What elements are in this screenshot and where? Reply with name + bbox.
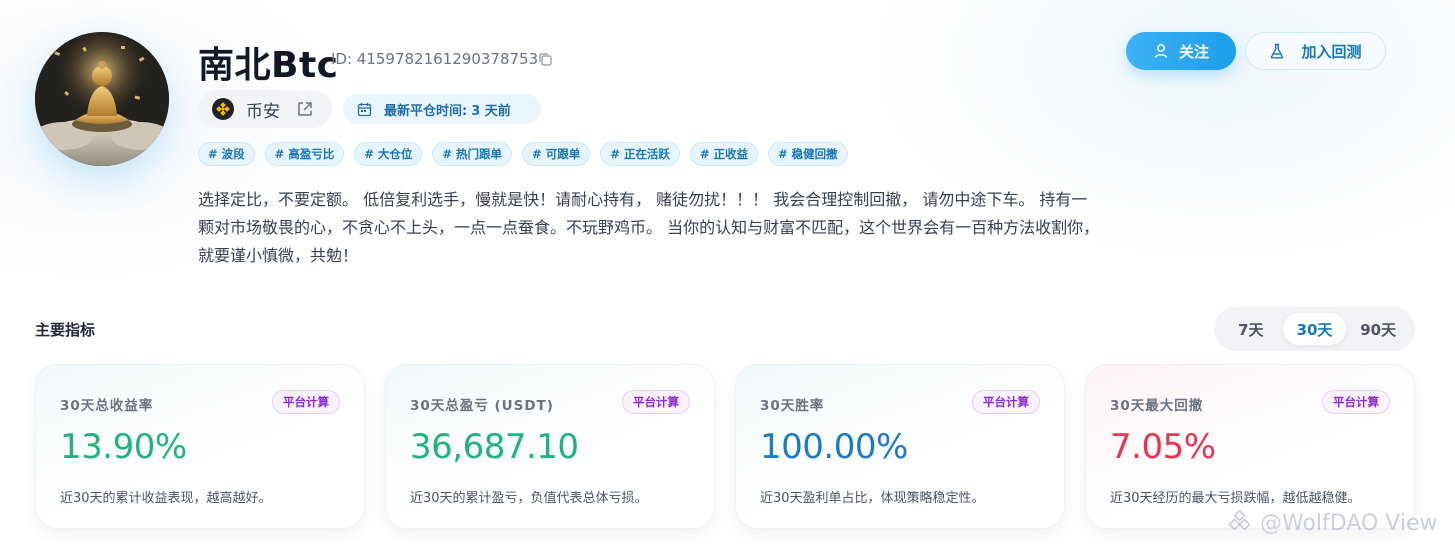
last-close-time-pill: 最新平仓时间: 3 天前 (343, 94, 541, 124)
metric-card-max-drawdown: 30天最大回撤 平台计算 7.05% 近30天经历的最大亏损跌幅，越低越稳健。 (1085, 364, 1415, 529)
tag-active: # 正在活跃 (600, 142, 680, 166)
platform-calc-badge: 平台计算 (972, 390, 1040, 414)
metric-value: 36,687.10 (410, 427, 579, 467)
user-icon (1154, 44, 1168, 58)
calendar-icon (357, 102, 372, 116)
metric-card-total-pnl: 30天总盈亏 (USDT) 平台计算 36,687.10 近30天的累计盈亏，负… (385, 364, 715, 529)
period-90d[interactable]: 90天 (1346, 313, 1410, 345)
copy-icon[interactable] (538, 52, 552, 66)
metric-value: 13.90% (60, 427, 187, 467)
metric-value: 7.05% (1110, 427, 1216, 467)
platform-calc-badge: 平台计算 (622, 390, 690, 414)
follow-label: 关注 (1178, 42, 1209, 61)
exchange-link[interactable]: 币安 (198, 90, 332, 128)
period-selector: 7天 30天 90天 (1214, 307, 1415, 351)
metric-label: 30天胜率 (760, 398, 825, 414)
last-close-label: 最新平仓时间: (384, 103, 468, 119)
metric-description: 近30天盈利单占比，体现策略稳定性。 (760, 491, 985, 506)
metric-label: 30天总收益率 (60, 398, 154, 414)
exchange-name: 币安 (246, 101, 280, 122)
metric-label: 30天最大回撤 (1110, 398, 1204, 414)
buddha-avatar-image (35, 32, 169, 166)
tag-copyable: # 可跟单 (522, 142, 591, 166)
metric-label: 30天总盈亏 (USDT) (410, 398, 554, 414)
trader-name: 南北Btc (198, 45, 339, 86)
metric-description: 近30天的累计盈亏，负值代表总体亏损。 (410, 491, 648, 506)
last-close-value: 3 天前 (471, 103, 511, 119)
avatar (35, 32, 169, 166)
metric-card-win-rate: 30天胜率 平台计算 100.00% 近30天盈利单占比，体现策略稳定性。 (735, 364, 1065, 529)
metric-value: 100.00% (760, 427, 908, 467)
follow-button[interactable]: 关注 (1126, 32, 1236, 70)
watermark-text: @WolfDAO View (1260, 510, 1438, 536)
tag-popular-copy: # 热门跟单 (432, 142, 513, 166)
watermark-logo-icon (1228, 510, 1251, 531)
trader-bio: 选择定比，不要定额。 低倍复利选手，慢就是快！请耐心持有， 赌徒勿扰！！！ 我会… (198, 190, 1100, 265)
flask-icon (1271, 43, 1284, 59)
metric-card-total-return: 30天总收益率 平台计算 13.90% 近30天的累计收益表现，越高越好。 (35, 364, 365, 529)
period-7d[interactable]: 7天 (1219, 313, 1283, 345)
tag-large-position: # 大仓位 (354, 142, 423, 166)
platform-calc-badge: 平台计算 (272, 390, 340, 414)
metric-description: 近30天的累计收益表现，越高越好。 (60, 491, 272, 506)
add-to-backtest-button[interactable]: 加入回测 (1245, 32, 1386, 70)
tag-high-profit-ratio: # 高盈亏比 (264, 142, 345, 166)
watermark: @WolfDAO View (1228, 510, 1438, 536)
backtest-label: 加入回测 (1301, 42, 1362, 61)
binance-icon (212, 98, 234, 120)
tag-swing: # 波段 (198, 142, 255, 166)
metrics-title: 主要指标 (35, 321, 96, 339)
tag-positive-return: # 正收益 (689, 142, 758, 166)
tag-list: # 波段 # 高盈亏比 # 大仓位 # 热门跟单 # 可跟单 # 正在活跃 # … (198, 142, 848, 166)
period-30d[interactable]: 30天 (1282, 313, 1347, 345)
platform-calc-badge: 平台计算 (1322, 390, 1390, 414)
tag-stable-drawdown: # 稳健回撤 (767, 142, 848, 166)
metric-description: 近30天经历的最大亏损跌幅，越低越稳健。 (1110, 491, 1361, 506)
external-link-icon (298, 102, 312, 116)
trader-id: ID: 4159782161290378753 (331, 50, 539, 68)
